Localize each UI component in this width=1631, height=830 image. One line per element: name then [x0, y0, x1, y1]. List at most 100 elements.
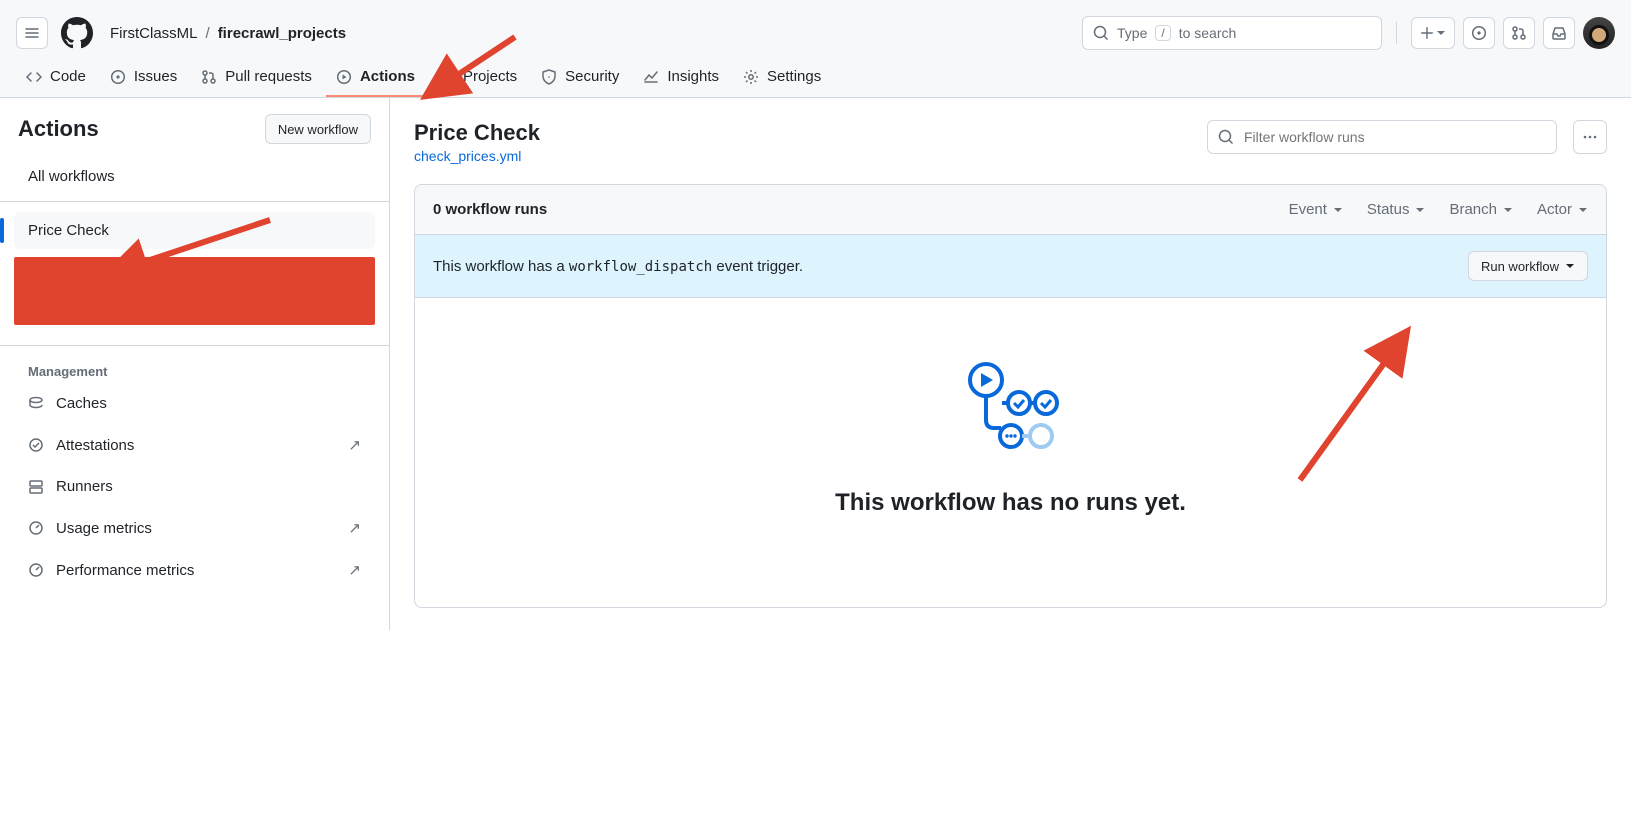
tab-label: Projects: [463, 68, 517, 85]
plus-icon: [1420, 26, 1434, 40]
tab-pull-requests[interactable]: Pull requests: [191, 58, 322, 97]
breadcrumb: FirstClassML / firecrawl_projects: [110, 25, 346, 42]
tab-insights[interactable]: Insights: [633, 58, 729, 97]
dispatch-code: workflow_dispatch: [569, 259, 712, 275]
filter-event[interactable]: Event: [1289, 201, 1343, 218]
filter-label: Status: [1367, 201, 1410, 218]
filter-status[interactable]: Status: [1367, 201, 1426, 218]
issue-opened-icon: [110, 69, 126, 85]
divider: [1396, 22, 1397, 44]
filter-input-field[interactable]: [1242, 128, 1546, 146]
tab-security[interactable]: Security: [531, 58, 629, 97]
tab-issues[interactable]: Issues: [100, 58, 187, 97]
workflow-dispatch-banner: This workflow has a workflow_dispatch ev…: [415, 235, 1606, 298]
table-icon: [439, 69, 455, 85]
label-text: Performance metrics: [56, 562, 194, 579]
tab-label: Code: [50, 68, 86, 85]
actions-sidebar: Actions New workflow All workflows Price…: [0, 98, 390, 630]
issue-dot-icon: [1471, 25, 1487, 41]
redacted-block: [14, 257, 375, 325]
filter-branch[interactable]: Branch: [1449, 201, 1513, 218]
app-header: FirstClassML / firecrawl_projects Type /…: [0, 0, 1631, 98]
server-icon: [28, 479, 44, 495]
new-workflow-button[interactable]: New workflow: [265, 114, 371, 144]
inbox-icon: [1551, 25, 1567, 41]
cache-icon: [28, 396, 44, 412]
workflow-title: Price Check: [414, 120, 1191, 146]
workflow-runs-box: 0 workflow runs Event Status Branch Acto…: [414, 184, 1607, 608]
sidebar-attestations[interactable]: Attestations ↗: [14, 426, 375, 464]
sidebar-management-heading: Management: [14, 356, 375, 385]
caret-down-icon: [1436, 28, 1446, 38]
search-icon: [1093, 25, 1109, 41]
search-kbd: /: [1155, 25, 1170, 41]
create-new-button[interactable]: [1411, 17, 1455, 49]
workflow-runs-count: 0 workflow runs: [433, 201, 547, 218]
breadcrumb-separator: /: [206, 25, 210, 42]
label-text: Caches: [56, 395, 107, 412]
filter-actor[interactable]: Actor: [1537, 201, 1588, 218]
graph-icon: [643, 69, 659, 85]
git-pull-request-icon: [1511, 25, 1527, 41]
external-link-icon: ↗: [348, 519, 361, 537]
label-text: Runners: [56, 478, 113, 495]
user-avatar[interactable]: [1583, 17, 1615, 49]
notifications-button[interactable]: [1543, 17, 1575, 49]
divider: [0, 345, 389, 346]
workflow-kebab-menu[interactable]: [1573, 120, 1607, 154]
sidebar-title: Actions: [18, 116, 99, 142]
global-search[interactable]: Type / to search: [1082, 16, 1382, 50]
code-icon: [26, 69, 42, 85]
external-link-icon: ↗: [348, 561, 361, 579]
external-link-icon: ↗: [348, 436, 361, 454]
tab-code[interactable]: Code: [16, 58, 96, 97]
tab-actions[interactable]: Actions: [326, 58, 425, 97]
search-icon: [1218, 129, 1234, 145]
kebab-icon: [1582, 129, 1598, 145]
tab-projects[interactable]: Projects: [429, 58, 527, 97]
sidebar-usage-metrics[interactable]: Usage metrics ↗: [14, 509, 375, 547]
issues-tray-button[interactable]: [1463, 17, 1495, 49]
workflow-runs-empty: This workflow has no runs yet.: [415, 298, 1606, 607]
workflow-yml-link[interactable]: check_prices.yml: [414, 148, 521, 164]
tab-settings[interactable]: Settings: [733, 58, 831, 97]
github-logo[interactable]: [60, 16, 94, 50]
sidebar-workflow-item[interactable]: Price Check: [14, 212, 375, 249]
caret-down-icon: [1503, 205, 1513, 215]
play-icon: [336, 69, 352, 85]
search-suffix: to search: [1179, 25, 1237, 41]
dispatch-text-pre: This workflow has a: [433, 258, 569, 275]
breadcrumb-repo[interactable]: firecrawl_projects: [218, 25, 346, 42]
sidebar-performance-metrics[interactable]: Performance metrics ↗: [14, 551, 375, 589]
hamburger-icon: [24, 25, 40, 41]
label-text: Attestations: [56, 437, 134, 454]
filter-workflow-runs-input[interactable]: [1207, 120, 1557, 154]
tab-label: Actions: [360, 68, 415, 85]
hamburger-menu-button[interactable]: [16, 17, 48, 49]
sidebar-all-workflows[interactable]: All workflows: [14, 158, 375, 195]
tab-label: Security: [565, 68, 619, 85]
search-prefix: Type: [1117, 25, 1147, 41]
main-content: Price Check check_prices.yml 0 workflow …: [390, 98, 1631, 630]
sidebar-caches[interactable]: Caches: [14, 385, 375, 422]
breadcrumb-owner[interactable]: FirstClassML: [110, 25, 198, 42]
run-workflow-button[interactable]: Run workflow: [1468, 251, 1588, 281]
gear-icon: [743, 69, 759, 85]
sidebar-runners[interactable]: Runners: [14, 468, 375, 505]
workflow-empty-art: [961, 358, 1061, 461]
dispatch-text-post: event trigger.: [716, 258, 803, 275]
tab-label: Settings: [767, 68, 821, 85]
divider: [0, 201, 389, 202]
filter-label: Branch: [1449, 201, 1497, 218]
tab-label: Pull requests: [225, 68, 312, 85]
caret-down-icon: [1333, 205, 1343, 215]
git-pull-request-icon: [201, 69, 217, 85]
shield-icon: [541, 69, 557, 85]
button-label: Run workflow: [1481, 259, 1559, 274]
repo-nav: Code Issues Pull requests Actions Projec…: [0, 58, 1631, 97]
tab-label: Insights: [667, 68, 719, 85]
meter-icon: [28, 562, 44, 578]
pull-requests-tray-button[interactable]: [1503, 17, 1535, 49]
filter-label: Event: [1289, 201, 1327, 218]
caret-down-icon: [1565, 261, 1575, 271]
